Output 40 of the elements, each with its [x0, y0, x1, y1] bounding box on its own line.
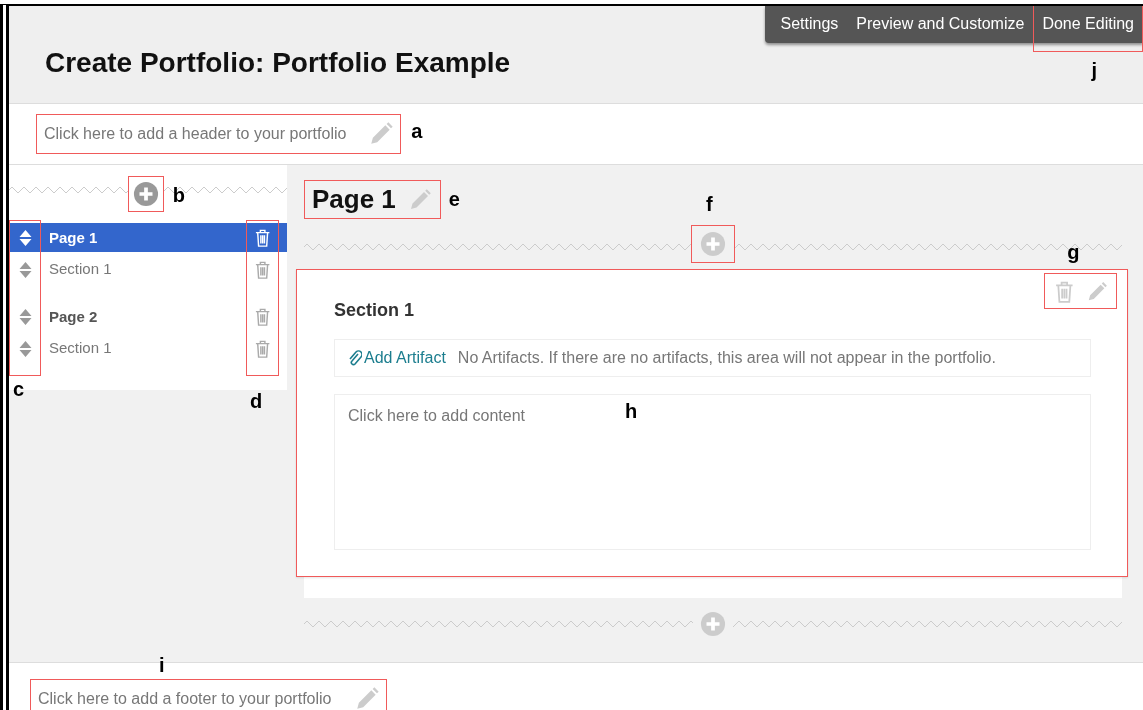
page-item[interactable]: Page 1 [49, 222, 246, 252]
callout-letter: g [1067, 242, 1080, 262]
section-item[interactable]: Section 1 [49, 331, 246, 364]
add-artifact-link[interactable]: Add Artifact [348, 349, 446, 367]
pencil-icon[interactable] [1086, 281, 1108, 303]
footer-prompt[interactable]: Click here to add a footer to your portfolio [30, 679, 387, 710]
header-prompt-text: Click here to add a header to your portfolio [44, 125, 347, 143]
callout-letter: i [159, 655, 165, 675]
sort-handle-icon[interactable] [18, 339, 32, 358]
callout-letter: d [250, 391, 263, 411]
callout-letter: j [1091, 60, 1097, 80]
callout-letter: c [13, 379, 25, 399]
paperclip-icon [348, 350, 362, 366]
section-item[interactable]: Section 1 [49, 252, 246, 285]
callout-letter: a [411, 121, 423, 141]
artifact-note: No Artifacts. If there are no artifacts, this area will not appear in the portfolio. [457, 349, 996, 367]
trash-icon[interactable] [254, 308, 271, 326]
sort-handle-icon[interactable] [18, 229, 32, 247]
sort-handle-icon[interactable] [18, 308, 32, 326]
page-title: Create Portfolio: Portfolio Example [45, 47, 511, 79]
add-icon[interactable] [700, 231, 726, 257]
toolbar-button[interactable]: Done Editing [1033, 6, 1143, 52]
callout-letter: f [706, 194, 713, 214]
page-heading: Page 1 [312, 184, 396, 215]
callout-letter: e [448, 189, 460, 209]
trash-icon[interactable] [254, 339, 271, 358]
section-title: Section 1 [334, 300, 415, 321]
callout-letter: b [172, 185, 185, 205]
trash-icon[interactable] [254, 260, 271, 279]
toolbar-button[interactable]: Preview and Customize [847, 6, 1034, 43]
page-item[interactable]: Page 2 [49, 301, 246, 331]
footer-prompt-text: Click here to add a footer to your portfolio [38, 690, 332, 708]
content-area[interactable]: Click here to add content h [334, 394, 1091, 550]
add-icon[interactable] [133, 181, 159, 207]
toolbar-button[interactable]: Settings [771, 6, 848, 43]
content-prompt: Click here to add content [348, 407, 525, 424]
pencil-icon[interactable] [368, 121, 395, 147]
sort-handle-icon[interactable] [18, 260, 32, 279]
callout-letter: h [625, 401, 638, 421]
add-icon[interactable] [700, 611, 726, 637]
